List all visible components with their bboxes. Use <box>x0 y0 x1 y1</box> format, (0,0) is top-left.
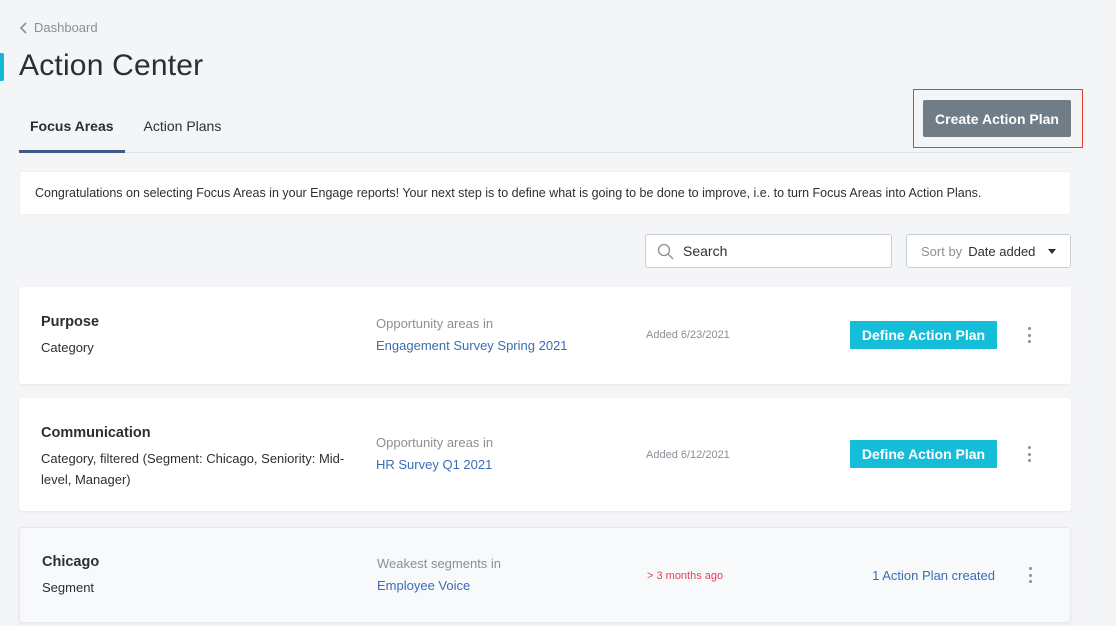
more-options-icon[interactable] <box>1021 325 1037 345</box>
source-label: Opportunity areas in <box>376 316 494 331</box>
info-banner: Congratulations on selecting Focus Areas… <box>19 171 1071 215</box>
source-label: Opportunity areas in <box>376 435 494 450</box>
more-options-icon[interactable] <box>1021 444 1037 464</box>
source-link[interactable]: Employee Voice <box>377 578 470 593</box>
sort-label: Sort by <box>921 243 963 259</box>
focus-area-card-chicago: Chicago Segment Weakest segments in Empl… <box>19 527 1071 623</box>
focus-area-name: Purpose <box>41 314 100 330</box>
focus-area-card-purpose: Purpose Category Opportunity areas in En… <box>19 287 1071 384</box>
focus-area-type: Segment <box>42 580 95 595</box>
create-action-plan-button[interactable]: Create Action Plan <box>923 100 1071 137</box>
source-link[interactable]: Engagement Survey Spring 2021 <box>376 338 568 353</box>
focus-area-name: Communication <box>41 425 151 441</box>
tab-action-plans[interactable]: Action Plans <box>133 104 233 152</box>
caret-down-icon <box>1048 249 1056 254</box>
search-input[interactable] <box>683 243 873 259</box>
source-label: Weakest segments in <box>377 556 502 571</box>
focus-area-name: Chicago <box>42 554 100 570</box>
more-options-icon[interactable] <box>1022 565 1038 585</box>
sort-value: Date added <box>968 243 1036 259</box>
breadcrumb-label: Dashboard <box>34 20 98 35</box>
focus-area-card-communication: Communication Category, filtered (Segmen… <box>19 398 1071 511</box>
breadcrumb[interactable]: Dashboard <box>19 20 98 35</box>
focus-area-type: Category <box>41 340 94 355</box>
title-accent-bar <box>0 53 4 81</box>
action-plans-created-link[interactable]: 1 Action Plan created <box>872 568 995 583</box>
page-title: Action Center <box>19 49 204 82</box>
focus-area-type: Category, filtered (Segment: Chicago, Se… <box>41 451 345 487</box>
define-action-plan-button[interactable]: Define Action Plan <box>850 440 997 468</box>
sort-dropdown[interactable]: Sort by Date added <box>906 234 1071 268</box>
date-added: Added 6/23/2021 <box>646 329 730 341</box>
source-link[interactable]: HR Survey Q1 2021 <box>376 457 492 472</box>
time-since-added: > 3 months ago <box>647 570 724 582</box>
tab-focus-areas[interactable]: Focus Areas <box>19 104 125 153</box>
search-icon <box>657 243 674 259</box>
chevron-left-icon <box>19 21 27 34</box>
banner-text: Congratulations on selecting Focus Areas… <box>35 186 982 200</box>
date-added: Added 6/12/2021 <box>646 449 730 461</box>
define-action-plan-button[interactable]: Define Action Plan <box>850 321 997 349</box>
search-box[interactable] <box>645 234 892 268</box>
